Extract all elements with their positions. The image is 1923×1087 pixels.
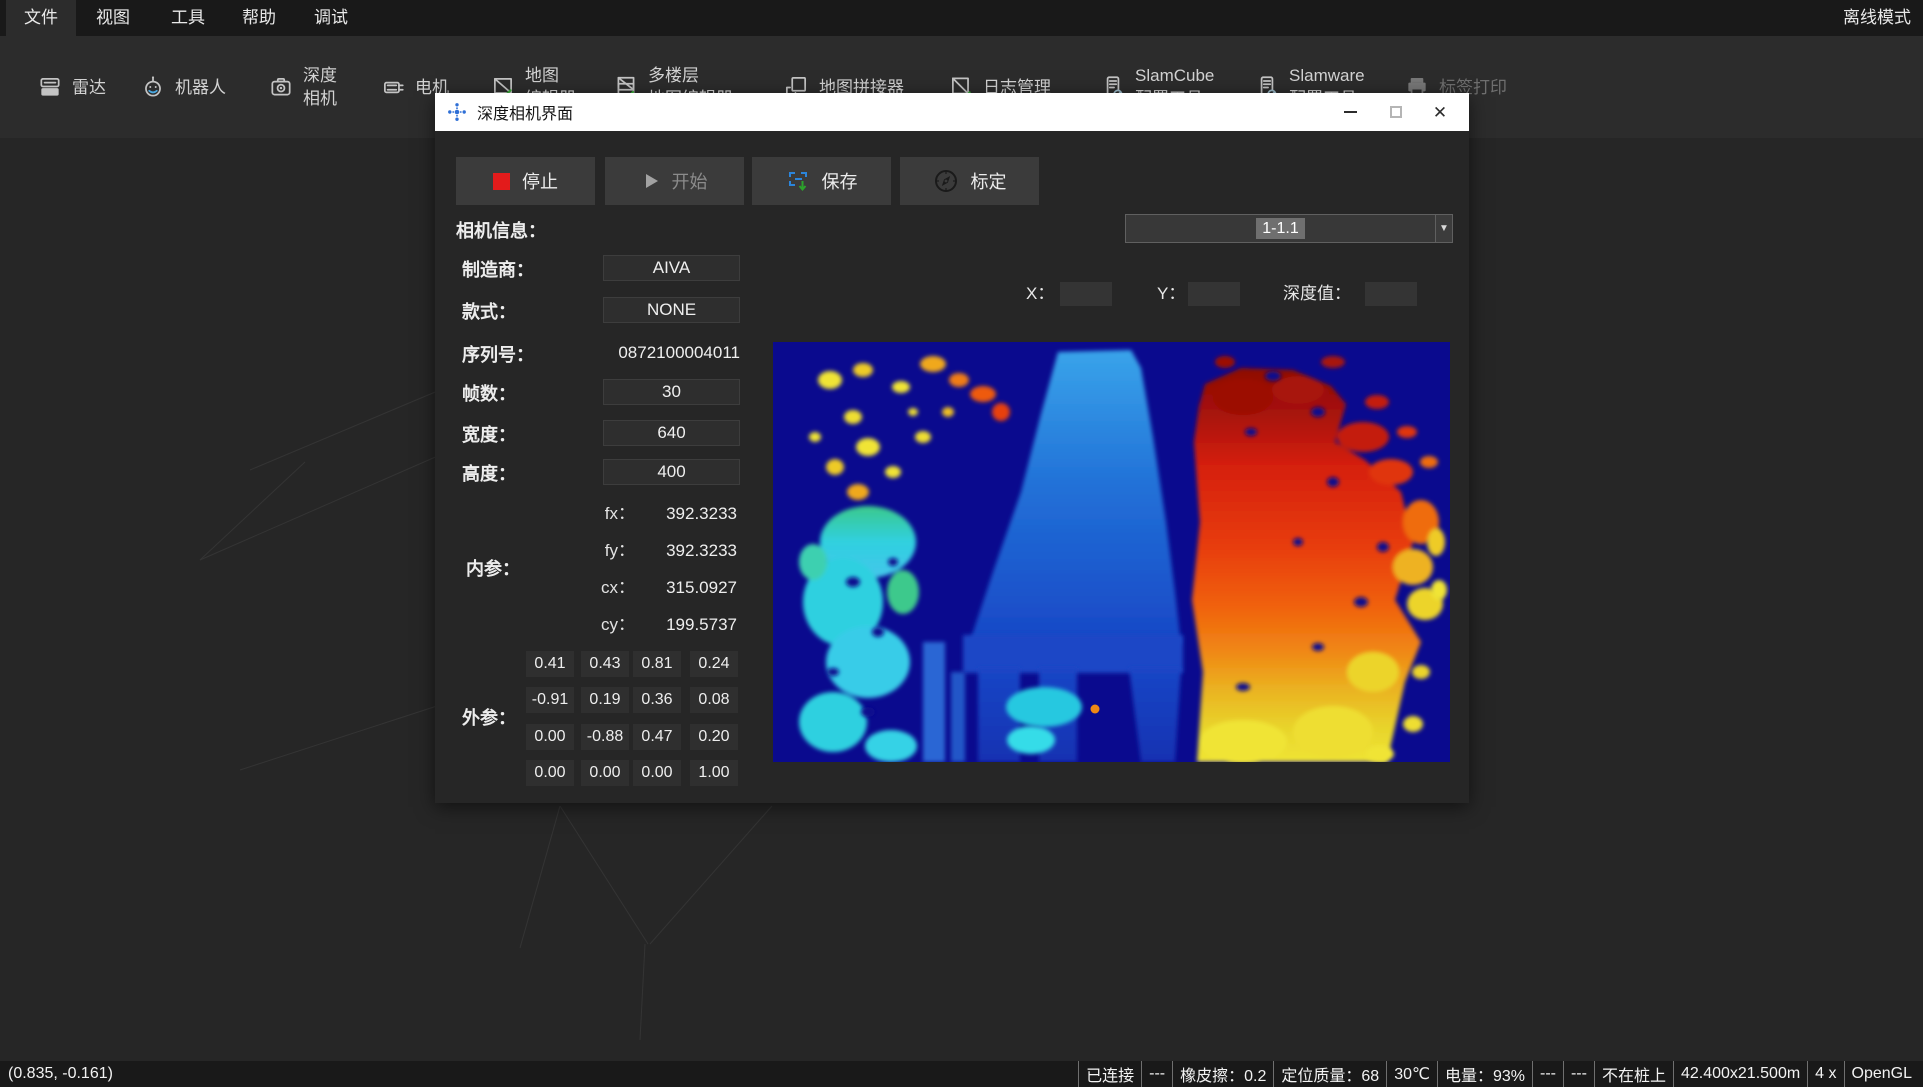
probe-y-label: Y： [1157, 282, 1185, 306]
camera-info-header: 相机信息： [456, 217, 546, 243]
status-placeholder-2: --- [1532, 1061, 1563, 1087]
field-label-serial: 序列号： [462, 341, 534, 367]
maximize-icon [1390, 106, 1402, 118]
field-value-serial: 0872100004011 [560, 340, 740, 366]
toolbar-label: 雷达 [72, 76, 106, 99]
minimize-button[interactable] [1327, 93, 1373, 131]
matrix-cell: 0.00 [633, 760, 681, 786]
depth-colormap-image [773, 342, 1450, 762]
matrix-cell: 0.36 [633, 687, 681, 713]
matrix-cell: 0.00 [526, 760, 574, 786]
field-label-height: 高度： [462, 460, 516, 486]
field-value-fps: 30 [603, 379, 740, 405]
motor-icon [380, 74, 406, 100]
field-value-height: 400 [603, 459, 740, 485]
status-placeholder-1: --- [1141, 1061, 1172, 1087]
camera-select-value: 1-1.1 [1126, 215, 1435, 242]
offline-mode-label: 离线模式 [1843, 0, 1911, 36]
probe-depth-label: 深度值： [1283, 282, 1351, 306]
status-temperature: 30℃ [1386, 1061, 1437, 1087]
field-value-manufacturer: AIVA [603, 255, 740, 281]
depth-image-view[interactable] [773, 342, 1450, 762]
intrinsic-fx-value: 392.3233 [637, 501, 737, 527]
status-localization-quality: 定位质量：68 [1273, 1061, 1386, 1087]
intrinsic-cy-value: 199.5737 [637, 612, 737, 638]
matrix-cell: 0.47 [633, 724, 681, 750]
close-button[interactable]: ✕ [1417, 93, 1463, 131]
stop-icon [493, 173, 510, 190]
status-battery: 电量：93% [1437, 1061, 1532, 1087]
save-button[interactable]: 保存 [752, 157, 891, 205]
matrix-cell: -0.88 [581, 724, 629, 750]
field-value-width: 640 [603, 420, 740, 446]
minimize-icon [1344, 111, 1357, 113]
toolbar-item-depth-camera[interactable]: 深度相机 [268, 36, 337, 138]
probe-x-value [1060, 282, 1112, 306]
app-window: 文件 视图 工具 帮助 调试 离线模式 雷达 [0, 0, 1923, 1087]
cursor-coordinates: (0.835, -0.161) [8, 1061, 113, 1087]
calibrate-compass-icon [933, 168, 959, 194]
lidar-icon [37, 74, 63, 100]
stop-button[interactable]: 停止 [456, 157, 595, 205]
toolbar-item-robot[interactable]: 机器人 [140, 36, 226, 138]
save-capture-icon [786, 169, 810, 193]
status-connection: 已连接 [1078, 1061, 1141, 1087]
intrinsics-label: 内参： [466, 555, 520, 581]
matrix-cell: 0.00 [581, 760, 629, 786]
close-icon: ✕ [1433, 104, 1447, 121]
status-placeholder-3: --- [1563, 1061, 1594, 1087]
probe-depth-value [1365, 282, 1417, 306]
probe-y-value [1188, 282, 1240, 306]
robot-icon [140, 74, 166, 100]
field-label-manufacturer: 制造商： [462, 256, 534, 282]
maximize-button[interactable] [1373, 93, 1419, 131]
intrinsic-fy-value: 392.3233 [637, 538, 737, 564]
menu-help[interactable]: 帮助 [228, 0, 290, 36]
matrix-cell: 1.00 [690, 760, 738, 786]
field-label-model: 款式： [462, 298, 516, 324]
status-zoom-level: 4 x [1807, 1061, 1843, 1087]
dialog-titlebar[interactable]: 深度相机界面 ✕ [435, 93, 1469, 131]
matrix-cell: -0.91 [526, 687, 574, 713]
matrix-cell: 0.41 [526, 651, 574, 677]
intrinsic-fy-label: fy： [555, 538, 635, 564]
matrix-cell: 0.24 [690, 651, 738, 677]
toolbar-item-lidar[interactable]: 雷达 [37, 36, 106, 138]
dialog-title: 深度相机界面 [477, 100, 573, 124]
status-bar: (0.835, -0.161) 已连接 --- 橡皮擦：0.2 定位质量：68 … [0, 1061, 1923, 1087]
status-eraser: 橡皮擦：0.2 [1172, 1061, 1273, 1087]
menu-view[interactable]: 视图 [80, 0, 146, 36]
intrinsic-fx-label: fx： [555, 501, 635, 527]
field-label-width: 宽度： [462, 421, 516, 447]
camera-select-dropdown[interactable]: 1-1.1 ▼ [1125, 214, 1453, 243]
status-map-size: 42.400x21.500m [1673, 1061, 1807, 1087]
matrix-cell: 0.00 [526, 724, 574, 750]
field-label-fps: 帧数： [462, 380, 516, 406]
matrix-cell: 0.43 [581, 651, 629, 677]
matrix-cell: 0.20 [690, 724, 738, 750]
calibrate-button[interactable]: 标定 [900, 157, 1039, 205]
chevron-down-icon[interactable]: ▼ [1435, 215, 1452, 242]
depth-camera-dialog: 深度相机界面 ✕ 停止 开始 保存 标定 [435, 93, 1469, 803]
probe-x-label: X： [1026, 282, 1054, 306]
status-renderer: OpenGL [1844, 1061, 1919, 1087]
intrinsic-cx-value: 315.0927 [637, 575, 737, 601]
start-button[interactable]: 开始 [605, 157, 744, 205]
intrinsic-cy-label: cy： [555, 612, 635, 638]
status-dock-state: 不在桩上 [1594, 1061, 1673, 1087]
dialog-move-icon [447, 102, 467, 122]
depth-camera-icon [268, 74, 294, 100]
field-value-model: NONE [603, 297, 740, 323]
menu-tools[interactable]: 工具 [158, 0, 218, 36]
extrinsics-label: 外参： [462, 704, 516, 730]
menu-bar: 文件 视图 工具 帮助 调试 离线模式 [0, 0, 1923, 36]
intrinsic-cx-label: cx： [555, 575, 635, 601]
menu-debug[interactable]: 调试 [300, 0, 362, 36]
matrix-cell: 0.19 [581, 687, 629, 713]
matrix-cell: 0.08 [690, 687, 738, 713]
start-icon [642, 172, 660, 190]
menu-file[interactable]: 文件 [6, 0, 76, 36]
matrix-cell: 0.81 [633, 651, 681, 677]
